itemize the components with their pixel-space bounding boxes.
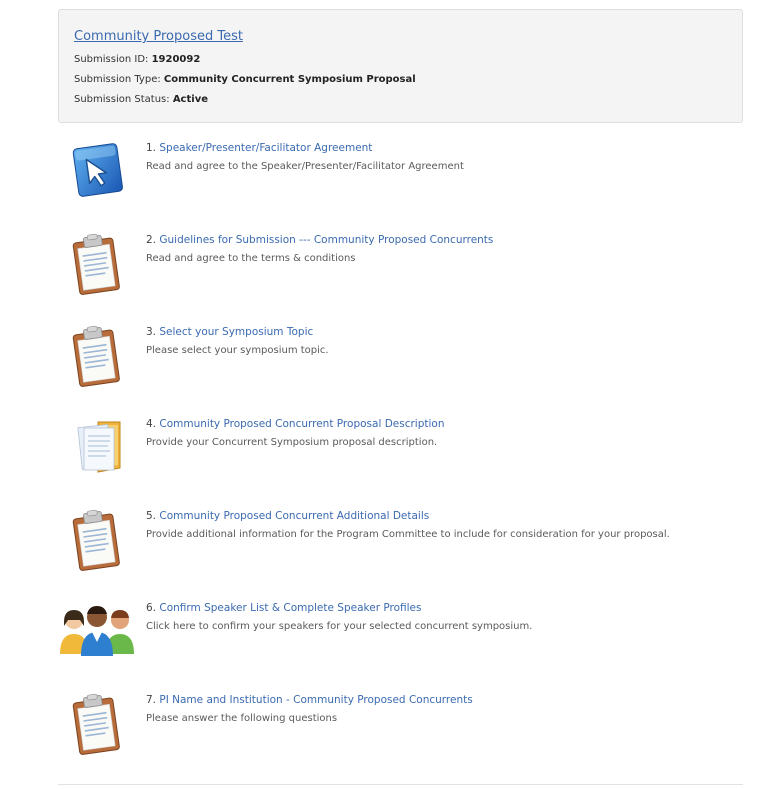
step-4-description: Provide your Concurrent Symposium propos… xyxy=(146,437,438,448)
people-group-icon[interactable] xyxy=(58,600,138,672)
step-item-4: 4. Community Proposed Concurrent Proposa… xyxy=(58,416,743,500)
step-item-6: 6. Confirm Speaker List & Complete Speak… xyxy=(58,600,743,684)
clipboard-icon[interactable] xyxy=(58,324,138,396)
folder-documents-icon[interactable] xyxy=(58,416,138,488)
step-1-number: 1. xyxy=(146,142,157,154)
clipboard-icon[interactable] xyxy=(58,508,138,580)
submission-status-row: Submission Status: Active xyxy=(74,90,727,110)
submission-status-label: Submission Status: xyxy=(74,94,170,105)
step-3-number: 3. xyxy=(146,326,157,338)
step-item-5: 5. Community Proposed Concurrent Additio… xyxy=(58,508,743,592)
step-6-number: 6. xyxy=(146,602,157,614)
step-4-link[interactable]: Community Proposed Concurrent Proposal D… xyxy=(159,418,444,430)
submission-id-label: Submission ID: xyxy=(74,54,149,65)
step-1-description: Read and agree to the Speaker/Presenter/… xyxy=(146,161,464,172)
step-6-link[interactable]: Confirm Speaker List & Complete Speaker … xyxy=(159,602,421,614)
step-2-number: 2. xyxy=(146,234,157,246)
submission-id-row: Submission ID: 1920092 xyxy=(74,50,727,70)
step-7-number: 7. xyxy=(146,694,157,706)
step-7-link[interactable]: PI Name and Institution - Community Prop… xyxy=(159,694,472,706)
step-2-description: Read and agree to the terms & conditions xyxy=(146,253,356,264)
step-5-link[interactable]: Community Proposed Concurrent Additional… xyxy=(159,510,429,522)
clipboard-icon[interactable] xyxy=(58,692,138,764)
bottom-divider xyxy=(58,784,743,785)
step-item-3: 3. Select your Symposium Topic Please se… xyxy=(58,324,743,408)
step-3-link[interactable]: Select your Symposium Topic xyxy=(159,326,313,338)
step-5-description: Provide additional information for the P… xyxy=(146,529,670,540)
step-2-link[interactable]: Guidelines for Submission --- Community … xyxy=(159,234,493,246)
step-item-2: 2. Guidelines for Submission --- Communi… xyxy=(58,232,743,316)
submission-id-value: 1920092 xyxy=(151,54,201,65)
submission-type-value: Community Concurrent Symposium Proposal xyxy=(163,74,416,85)
step-6-description: Click here to confirm your speakers for … xyxy=(146,621,533,632)
submission-title-link[interactable]: Community Proposed Test xyxy=(74,29,243,44)
step-1-link[interactable]: Speaker/Presenter/Facilitator Agreement xyxy=(159,142,372,154)
step-3-description: Please select your symposium topic. xyxy=(146,345,329,356)
submission-status-value: Active xyxy=(172,94,208,105)
step-item-7: 7. PI Name and Institution - Community P… xyxy=(58,692,743,776)
step-4-number: 4. xyxy=(146,418,157,430)
submission-type-label: Submission Type: xyxy=(74,74,161,85)
step-item-1: 1. Speaker/Presenter/Facilitator Agreeme… xyxy=(58,140,743,224)
cursor-icon[interactable] xyxy=(58,140,138,212)
step-5-number: 5. xyxy=(146,510,157,522)
submission-summary-panel: Community Proposed Test Submission ID: 1… xyxy=(58,9,743,123)
submission-type-row: Submission Type: Community Concurrent Sy… xyxy=(74,70,727,90)
step-7-description: Please answer the following questions xyxy=(146,713,338,724)
clipboard-icon[interactable] xyxy=(58,232,138,304)
